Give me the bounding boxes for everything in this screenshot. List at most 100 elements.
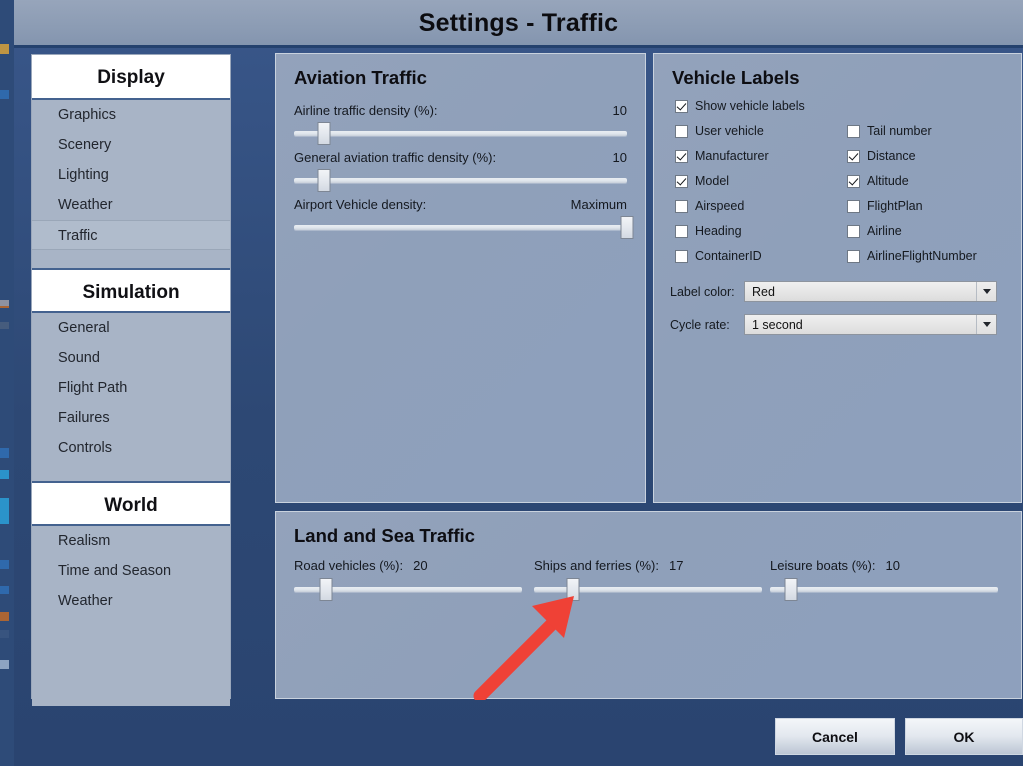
slider-leisure-boats-label: Leisure boats (%):	[770, 558, 876, 573]
empty-checkbox-icon	[847, 224, 860, 238]
sidebar-item-weather[interactable]: Weather	[32, 586, 230, 616]
vehicle-labels-checkbox-grid: Show vehicle labels User vehicle Manufactu…	[675, 99, 1021, 289]
checkmark-icon	[847, 174, 860, 188]
slider-airline-traffic-density-track[interactable]	[294, 122, 627, 145]
caret-glyph	[982, 289, 991, 294]
cycle-rate-selected-value: 1 second	[752, 317, 803, 332]
slider-general-aviation-traffic-density-handle[interactable]	[317, 169, 331, 192]
background-window-edge-artifact	[0, 90, 9, 99]
background-window-edge-artifact	[0, 300, 9, 306]
slider-airline-traffic-density-label: Airline traffic density (%):	[294, 103, 438, 118]
checkmark-icon	[675, 99, 688, 113]
background-window-edge-artifact	[0, 322, 9, 329]
slider-general-aviation-traffic-density-label-row: General aviation traffic density (%): 10	[294, 150, 627, 165]
checkbox-airlineflightnumber[interactable]: AirlineFlightNumber	[847, 249, 977, 263]
slider-airline-traffic-density-label-row: Airline traffic density (%): 10	[294, 103, 627, 118]
sidebar-item-time-and-season[interactable]: Time and Season	[32, 556, 230, 586]
sidebar-section-header-display: Display	[32, 55, 230, 100]
slider-ships-and-ferries-value: 17	[669, 558, 684, 573]
empty-checkbox-icon	[675, 224, 688, 238]
background-window-edge-artifact	[0, 560, 9, 569]
sidebar-section-header-world: World	[32, 481, 230, 526]
slider-leisure-boats-label-row: Leisure boats (%): 10	[770, 558, 998, 573]
slider-airport-vehicle-density-row: Airport Vehicle density: Maximum	[294, 197, 634, 239]
label-color-label: Label color:	[670, 284, 735, 299]
red-annotation-arrow	[473, 596, 574, 700]
aviation-sliders: Airline traffic density (%): 10 General av…	[276, 103, 645, 239]
checkbox-airspeed[interactable]: Airspeed	[675, 199, 744, 213]
cycle-rate-select[interactable]: 1 second	[744, 314, 997, 335]
slider-general-aviation-traffic-density-row: General aviation traffic density (%): 10	[294, 150, 627, 192]
slider-airport-vehicle-density-value: Maximum	[570, 197, 627, 212]
checkbox-flightplan[interactable]: FlightPlan	[847, 199, 923, 213]
sidebar-item-graphics[interactable]: Graphics	[32, 100, 230, 130]
slider-airport-vehicle-density-track[interactable]	[294, 216, 634, 239]
dialog-titlebar: Settings - Traffic	[14, 0, 1023, 48]
sidebar-item-weather[interactable]: Weather	[32, 190, 230, 220]
checkbox-model[interactable]: Model	[675, 174, 729, 188]
checkbox-manufacturer[interactable]: Manufacturer	[675, 149, 769, 163]
sidebar-group-spacer	[32, 250, 230, 268]
cancel-button[interactable]: Cancel	[775, 718, 895, 755]
label-color-select[interactable]: Red	[744, 281, 997, 302]
sidebar-item-realism[interactable]: Realism	[32, 526, 230, 556]
sidebar-group-simulation: General Sound Flight Path Failures Controls	[32, 313, 230, 481]
sidebar-item-general[interactable]: General	[32, 313, 230, 343]
empty-checkbox-icon	[847, 199, 860, 213]
label-color-row: Label color: Red	[670, 281, 997, 302]
slider-airline-traffic-density-handle[interactable]	[317, 122, 331, 145]
background-window-edge-artifact	[0, 470, 9, 479]
checkbox-label: Altitude	[867, 174, 909, 188]
checkbox-containerid[interactable]: ContainerID	[675, 249, 762, 263]
slider-airport-vehicle-density-handle[interactable]	[620, 216, 634, 239]
checkbox-label: Tail number	[867, 124, 932, 138]
land-sea-traffic-title: Land and Sea Traffic	[294, 525, 475, 546]
checkbox-airline[interactable]: Airline	[847, 224, 902, 238]
checkbox-user-vehicle[interactable]: User vehicle	[675, 124, 764, 138]
slider-airport-vehicle-density-label-row: Airport Vehicle density: Maximum	[294, 197, 627, 212]
slider-road-vehicles-label: Road vehicles (%):	[294, 558, 404, 573]
slider-leisure-boats-handle[interactable]	[784, 578, 798, 601]
aviation-traffic-title: Aviation Traffic	[294, 67, 427, 88]
ok-button[interactable]: OK	[905, 718, 1023, 755]
checkbox-heading[interactable]: Heading	[675, 224, 742, 238]
checkbox-label: AirlineFlightNumber	[867, 249, 977, 263]
chevron-down-icon[interactable]	[976, 282, 996, 301]
aviation-traffic-panel: Aviation Traffic Airline traffic density…	[275, 53, 646, 503]
checkbox-altitude[interactable]: Altitude	[847, 174, 909, 188]
background-window-edge-artifact	[0, 448, 9, 458]
land-sea-traffic-panel: Land and Sea Traffic Road vehicles (%): 2…	[275, 511, 1022, 699]
slider-ships-and-ferries-label-row: Ships and ferries (%): 17	[534, 558, 762, 573]
checkmark-icon	[675, 174, 688, 188]
checkbox-distance[interactable]: Distance	[847, 149, 916, 163]
slider-general-aviation-traffic-density-track[interactable]	[294, 169, 627, 192]
slider-road-vehicles-handle[interactable]	[319, 578, 333, 601]
sidebar-item-failures[interactable]: Failures	[32, 403, 230, 433]
sidebar-group-display: Graphics Scenery Lighting Weather Traffic	[32, 100, 230, 268]
sidebar-item-sound[interactable]: Sound	[32, 343, 230, 373]
background-window-edge-artifact	[0, 660, 9, 669]
slider-ships-and-ferries-column: Ships and ferries (%): 17	[534, 558, 762, 601]
slider-leisure-boats-value: 10	[885, 558, 900, 573]
slider-leisure-boats-column: Leisure boats (%): 10	[770, 558, 998, 601]
checkbox-tail-number[interactable]: Tail number	[847, 124, 932, 138]
vehicle-labels-panel: Vehicle Labels Show vehicle labels User v…	[653, 53, 1022, 503]
slider-airline-traffic-density-row: Airline traffic density (%): 10	[294, 103, 627, 145]
empty-checkbox-icon	[675, 124, 688, 138]
sidebar-item-traffic[interactable]: Traffic	[32, 220, 230, 250]
checkbox-label: User vehicle	[695, 124, 764, 138]
sidebar-item-scenery[interactable]: Scenery	[32, 130, 230, 160]
dialog-title: Settings - Traffic	[418, 9, 619, 37]
sidebar-item-controls[interactable]: Controls	[32, 433, 230, 463]
settings-sidebar[interactable]: Display Graphics Scenery Lighting Weather Tra…	[31, 54, 231, 706]
checkbox-label: Distance	[867, 149, 916, 163]
cycle-rate-label: Cycle rate:	[670, 317, 730, 332]
sidebar-item-lighting[interactable]: Lighting	[32, 160, 230, 190]
sidebar-item-flight-path[interactable]: Flight Path	[32, 373, 230, 403]
checkbox-show-vehicle-labels[interactable]: Show vehicle labels	[675, 99, 805, 113]
slider-road-vehicles-value: 20	[413, 558, 428, 573]
chevron-down-icon[interactable]	[976, 315, 996, 334]
slider-leisure-boats-track[interactable]	[770, 578, 998, 601]
background-window-edge-artifact	[0, 44, 9, 54]
checkmark-icon	[847, 149, 860, 163]
